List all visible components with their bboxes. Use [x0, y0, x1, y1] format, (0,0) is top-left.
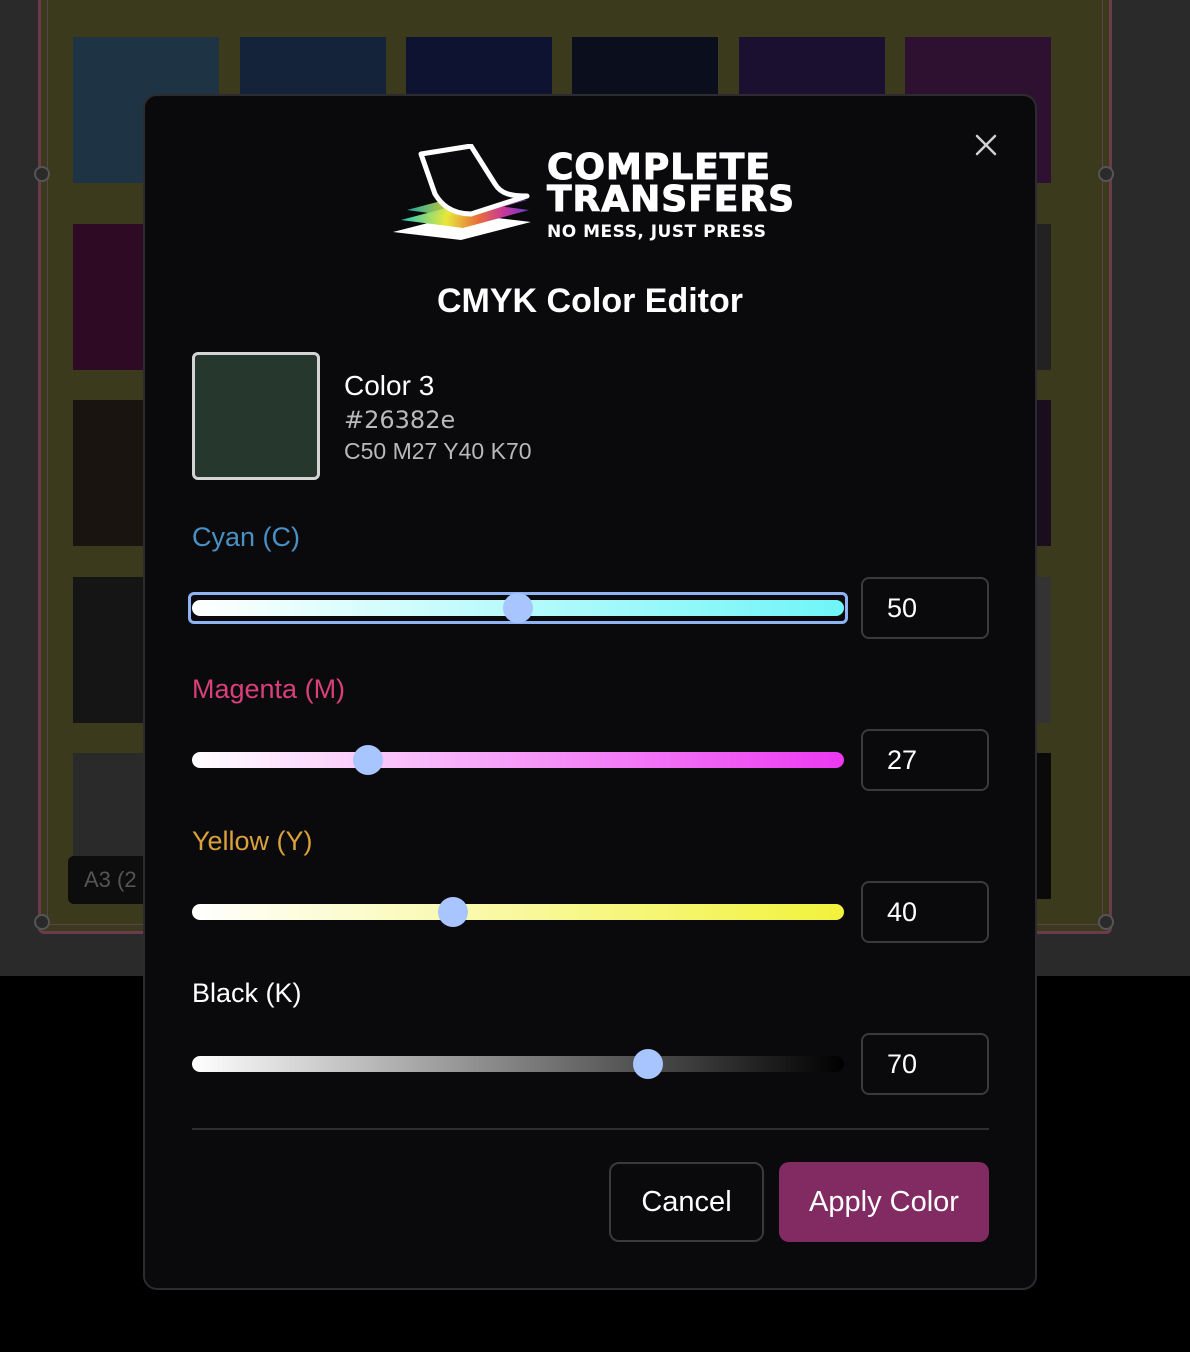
black-label: Black (K)	[192, 978, 302, 1008]
close-button[interactable]	[971, 130, 1001, 160]
color-preview-swatch	[192, 352, 320, 480]
logo-mark-icon	[393, 144, 531, 240]
brand-logo: COMPLETE TRANSFERS NO MESS, JUST PRESS	[391, 144, 796, 244]
cyan-value-input[interactable]	[861, 577, 989, 639]
resize-handle	[34, 166, 50, 182]
magenta-slider-thumb[interactable]	[353, 745, 384, 775]
yellow-value-input[interactable]	[861, 881, 989, 943]
yellow-label: Yellow (Y)	[192, 826, 313, 856]
logo-line-2: TRANSFERS	[546, 179, 796, 220]
color-hex-value: #26382e	[344, 406, 456, 434]
resize-handle	[1098, 166, 1114, 182]
black-value-input[interactable]	[861, 1033, 989, 1095]
yellow-slider-thumb[interactable]	[437, 897, 468, 927]
magenta-slider[interactable]	[192, 745, 844, 775]
logo-tagline: NO MESS, JUST PRESS	[547, 222, 767, 242]
resize-handle	[34, 914, 50, 930]
cyan-slider[interactable]	[188, 592, 848, 624]
black-slider[interactable]	[192, 1049, 844, 1079]
dialog-title: CMYK Color Editor	[437, 282, 743, 320]
yellow-slider[interactable]	[192, 897, 844, 927]
footer-divider	[192, 1128, 989, 1130]
color-name: Color 3	[344, 370, 435, 401]
resize-handle	[1098, 914, 1114, 930]
color-cmyk-summary: C50 M27 Y40 K70	[344, 438, 532, 464]
black-slider-thumb[interactable]	[633, 1049, 664, 1079]
cyan-label: Cyan (C)	[192, 522, 301, 552]
cyan-slider-thumb[interactable]	[503, 593, 533, 623]
close-icon	[975, 134, 997, 156]
apply-color-button[interactable]: Apply Color	[779, 1162, 989, 1242]
cancel-button[interactable]: Cancel	[609, 1162, 764, 1242]
logo-wordmark: COMPLETE TRANSFERS NO MESS, JUST PRESS	[546, 149, 796, 242]
cmyk-color-editor-dialog: COMPLETE TRANSFERS NO MESS, JUST PRESS C…	[143, 94, 1037, 1290]
magenta-label: Magenta (M)	[192, 674, 346, 704]
magenta-value-input[interactable]	[861, 729, 989, 791]
